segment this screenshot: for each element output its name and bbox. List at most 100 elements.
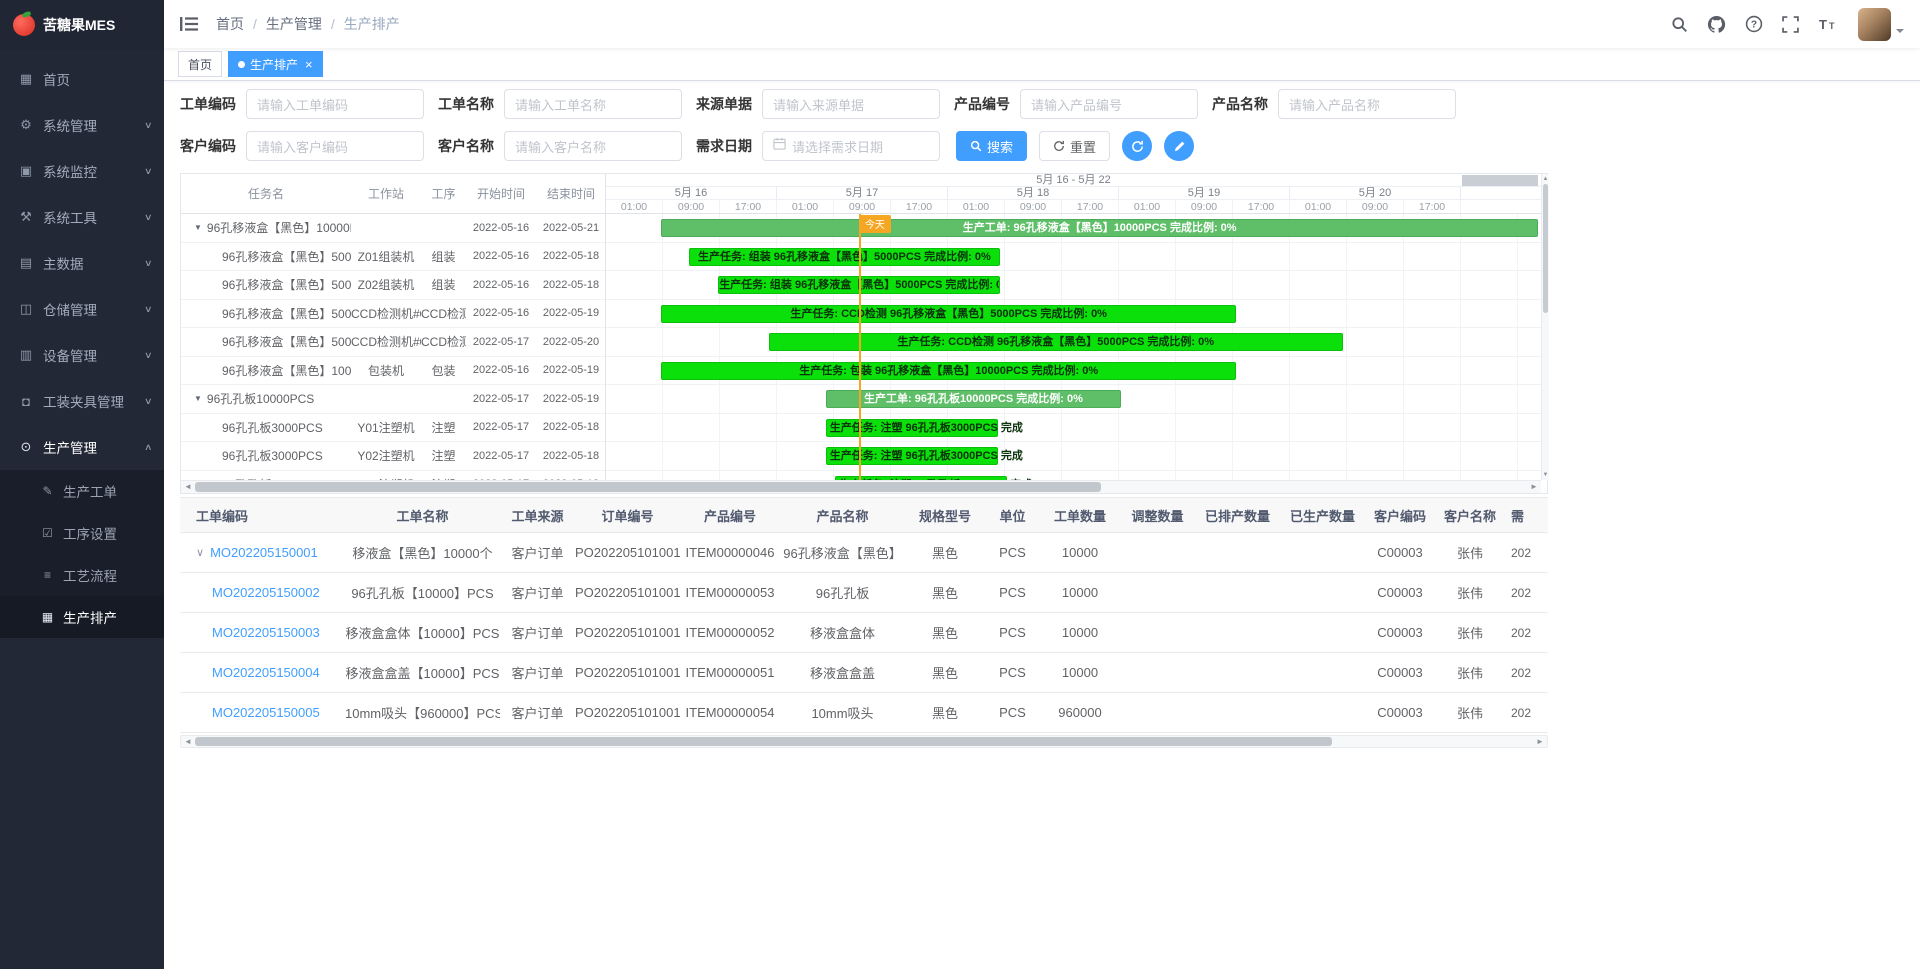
gantt-task-row[interactable]: ▼96孔孔板10000PCS2022-05-172022-05-19	[181, 385, 605, 414]
task-bar[interactable]: 生产任务: 包装 96孔移液盒【黑色】10000PCS 完成比例: 0%	[661, 362, 1236, 380]
demand-date-input[interactable]: 请选择需求日期	[762, 131, 940, 161]
sidebar-item-process-setting[interactable]: ☑工序设置	[0, 512, 164, 554]
gantt-task-row[interactable]: 96孔孔板3000PCSY03注塑机注塑2022-05-172022-05-18	[181, 471, 605, 481]
customer-name-input[interactable]: 请输入客户名称	[504, 131, 682, 161]
task-name: 96孔孔板3000PCS	[222, 419, 323, 436]
gantt-vertical-scrollbar[interactable]: ▲ ▼	[1541, 174, 1549, 480]
scrollbar-track[interactable]	[195, 736, 1533, 747]
sidebar-toggle-icon[interactable]	[176, 12, 202, 36]
task-name: 96孔移液盒【黑色】10000PCS	[222, 362, 351, 379]
scrollbar-thumb[interactable]	[1543, 184, 1548, 313]
scroll-right-icon[interactable]: ►	[1527, 481, 1541, 493]
sidebar-item-system-tools[interactable]: ⚒系统工具∨	[0, 194, 164, 240]
scroll-right-icon[interactable]: ►	[1533, 736, 1547, 748]
scroll-left-icon[interactable]: ◄	[181, 736, 195, 748]
work-order-link[interactable]: MO202205150003	[212, 625, 320, 640]
process-cell: 包装	[421, 362, 466, 379]
gantt-task-row[interactable]: 96孔移液盒【黑色】5000PCSZ01组装机组装2022-05-162022-…	[181, 243, 605, 272]
table-horizontal-scrollbar[interactable]: ◄ ►	[180, 735, 1548, 748]
task-bar[interactable]: 生产任务: 注塑 96孔孔板3000PCS 完成	[826, 419, 998, 437]
font-size-icon[interactable]: TT	[1818, 16, 1837, 32]
workorder-bar[interactable]: 生产工单: 96孔孔板10000PCS 完成比例: 0%	[826, 390, 1121, 408]
work-order-row[interactable]: MO20220515000296孔孔板【10000】PCS客户订单PO20220…	[180, 573, 1548, 613]
gantt-task-row[interactable]: 96孔移液盒【黑色】5000PCSCCD检测机#01CCD检测2022-05-1…	[181, 300, 605, 329]
gantt-task-row[interactable]: 96孔移液盒【黑色】5000PCSCCD检测机#02CCD检测2022-05-1…	[181, 328, 605, 357]
breadcrumb-item[interactable]: 首页	[216, 14, 244, 34]
reset-button[interactable]: 重置	[1039, 131, 1110, 161]
scroll-left-icon[interactable]: ◄	[181, 481, 195, 493]
edit-button[interactable]	[1164, 131, 1194, 161]
input-placeholder: 请输入产品名称	[1289, 95, 1380, 114]
expand-chevron-icon[interactable]: ∨	[196, 546, 204, 559]
work-order-link[interactable]: MO202205150005	[212, 705, 320, 720]
task-bar[interactable]: 生产任务: CCD检测 96孔移液盒【黑色】5000PCS 完成比例: 0%	[661, 305, 1236, 323]
source-doc-input[interactable]: 请输入来源单据	[762, 89, 940, 119]
work-order-code-input[interactable]: 请输入工单编码	[246, 89, 424, 119]
sidebar-item-production-mgmt[interactable]: ⊙生产管理∧	[0, 424, 164, 470]
work-order-name-input[interactable]: 请输入工单名称	[504, 89, 682, 119]
cell-work-order-name: 10mm吸头【960000】PCS	[345, 703, 500, 722]
help-icon[interactable]: ?	[1745, 15, 1763, 33]
scroll-down-icon[interactable]: ▼	[1543, 470, 1549, 480]
task-name: 96孔移液盒【黑色】5000PCS	[222, 305, 351, 322]
gantt-task-row[interactable]: 96孔孔板3000PCSY02注塑机注塑2022-05-172022-05-18	[181, 442, 605, 471]
filter-field-product-code: 产品编号请输入产品编号	[954, 89, 1198, 119]
avatar[interactable]	[1858, 8, 1891, 41]
sidebar-item-system-mgmt[interactable]: ⚙系统管理∨	[0, 102, 164, 148]
gantt-task-row[interactable]: 96孔孔板3000PCSY01注塑机注塑2022-05-172022-05-18	[181, 414, 605, 443]
task-bar[interactable]: 生产任务: CCD检测 96孔移液盒【黑色】5000PCS 完成比例: 0%	[769, 333, 1343, 351]
tab-production-schedule[interactable]: 生产排产×	[228, 51, 323, 77]
work-order-link[interactable]: MO202205150004	[212, 665, 320, 680]
gantt-header-scroll-block	[1462, 175, 1538, 186]
scrollbar-thumb[interactable]	[195, 737, 1332, 746]
chevron-down-icon: ∨	[144, 350, 153, 361]
collapse-triangle-icon[interactable]: ▼	[194, 223, 202, 232]
fullscreen-icon[interactable]	[1782, 16, 1799, 33]
sidebar-item-warehouse-mgmt[interactable]: ◫仓储管理∨	[0, 286, 164, 332]
work-order-link[interactable]: MO202205150002	[212, 585, 320, 600]
gantt-task-row[interactable]: ▼96孔移液盒【黑色】10000PCS2022-05-162022-05-21	[181, 214, 605, 243]
scroll-up-icon[interactable]: ▲	[1543, 174, 1549, 184]
sidebar-item-master-data[interactable]: ▤主数据∨	[0, 240, 164, 286]
gantt-horizontal-scrollbar[interactable]: ◄ ►	[181, 480, 1541, 493]
product-name-input[interactable]: 请输入产品名称	[1278, 89, 1456, 119]
sidebar-item-fixture-mgmt[interactable]: ◘工装夹具管理∨	[0, 378, 164, 424]
task-name-cell: ▼96孔孔板10000PCS	[181, 390, 351, 407]
refresh-button[interactable]	[1122, 131, 1152, 161]
workorder-bar[interactable]: 生产工单: 96孔移液盒【黑色】10000PCS 完成比例: 0%	[661, 219, 1538, 237]
task-bar[interactable]: 生产任务: 组装 96孔移液盒【黑色】5000PCS 完成比例: 0%	[689, 248, 999, 266]
work-order-row[interactable]: MO202205150004移液盒盒盖【10000】PCS客户订单PO20220…	[180, 653, 1548, 693]
user-menu[interactable]	[1858, 8, 1904, 41]
search-icon[interactable]	[1671, 16, 1688, 33]
gantt-timeline-row: 生产任务: 组装 96孔移液盒【黑色】5000PCS 完成比例: 0%	[606, 271, 1541, 300]
sidebar-item-home[interactable]: ▦首页	[0, 56, 164, 102]
workstation-cell: Y01注塑机	[351, 419, 421, 436]
task-bar[interactable]: 生产任务: 注塑 96孔孔板3000PCS 完成	[826, 447, 998, 465]
work-order-row[interactable]: MO202205150003移液盒盒体【10000】PCS客户订单PO20220…	[180, 613, 1548, 653]
sidebar-logo[interactable]: 苦糖果MES	[0, 0, 164, 50]
scrollbar-thumb[interactable]	[195, 482, 1101, 492]
sidebar-item-system-monitor[interactable]: ▣系统监控∨	[0, 148, 164, 194]
work-order-row[interactable]: MO20220515000510mm吸头【960000】PCS客户订单PO202…	[180, 693, 1548, 733]
cell-demand-date: 202	[1505, 666, 1548, 680]
close-icon[interactable]: ×	[305, 58, 313, 71]
work-order-row[interactable]: ∨MO202205150001移液盒【黑色】10000个客户订单PO202205…	[180, 533, 1548, 573]
gantt-task-row[interactable]: 96孔移液盒【黑色】10000PCS包装机包装2022-05-162022-05…	[181, 357, 605, 386]
sidebar-item-production-schedule[interactable]: ▦生产排产	[0, 596, 164, 638]
gantt-task-row[interactable]: 96孔移液盒【黑色】5000PCSZ02组装机组装2022-05-162022-…	[181, 271, 605, 300]
github-icon[interactable]	[1707, 15, 1726, 34]
customer-code-input[interactable]: 请输入客户编码	[246, 131, 424, 161]
svg-text:T: T	[1829, 21, 1835, 31]
breadcrumb-item[interactable]: 生产管理	[266, 14, 322, 34]
product-code-input[interactable]: 请输入产品编号	[1020, 89, 1198, 119]
work-order-link[interactable]: MO202205150001	[210, 545, 318, 560]
tab-label: 首页	[188, 56, 212, 73]
tab-home[interactable]: 首页	[178, 51, 222, 77]
search-button[interactable]: 搜索	[956, 131, 1027, 161]
scrollbar-track[interactable]	[195, 481, 1527, 493]
sidebar-item-production-workorder[interactable]: ✎生产工单	[0, 470, 164, 512]
sidebar-item-device-mgmt[interactable]: ▥设备管理∨	[0, 332, 164, 378]
sidebar-item-process-flow[interactable]: ≡工艺流程	[0, 554, 164, 596]
collapse-triangle-icon[interactable]: ▼	[194, 394, 202, 403]
scrollbar-track[interactable]	[1542, 184, 1549, 470]
